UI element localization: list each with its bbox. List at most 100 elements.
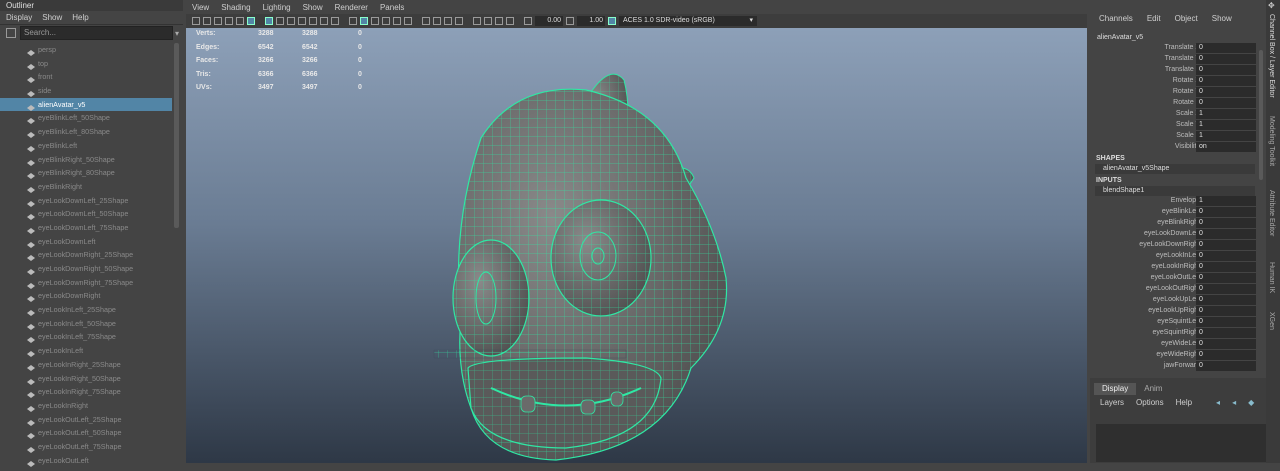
channel-label[interactable]: Translate Z [1165, 66, 1200, 73]
channel-row[interactable]: jawForward 0 [1090, 361, 1258, 372]
outliner-item[interactable]: eyeLookInRight_75Shape [0, 385, 172, 399]
move-layer-down-icon[interactable]: ◂ [1232, 395, 1236, 411]
search-options-icon[interactable] [6, 28, 16, 38]
outliner-item[interactable]: eyeLookInLeft [0, 344, 172, 358]
outliner-item[interactable]: alienAvatar_v5 [0, 97, 172, 112]
outliner-item[interactable]: eyeBlinkRight_50Shape [0, 153, 172, 167]
channel-value-field[interactable]: 0 [1196, 361, 1256, 371]
menu-show[interactable]: Show [1212, 14, 1232, 23]
menu-edit[interactable]: Edit [1147, 14, 1161, 23]
outliner-item[interactable]: eyeLookInRight [0, 399, 172, 413]
channel-row[interactable]: eyeBlinkLeft 0 [1090, 207, 1258, 218]
channel-label[interactable]: eyeWideRight [1156, 351, 1200, 358]
channel-label[interactable]: eyeSquintRight [1153, 329, 1200, 336]
outliner-item[interactable]: eyeLookDownLeft_25Shape [0, 194, 172, 208]
menu-object[interactable]: Object [1175, 14, 1198, 23]
outliner-item[interactable]: eyeLookInRight_50Shape [0, 372, 172, 386]
menu-display[interactable]: Display [6, 11, 32, 24]
menu-show[interactable]: Show [42, 11, 62, 24]
search-input[interactable]: Search... [20, 26, 173, 40]
shadows-icon[interactable] [404, 17, 412, 25]
outliner-item[interactable]: eyeLookDownRight_25Shape [0, 248, 172, 262]
xray-joints-icon[interactable] [495, 17, 503, 25]
channel-value-field[interactable]: 0 [1196, 317, 1256, 327]
channel-row[interactable]: Rotate Z0 [1090, 98, 1258, 109]
isolate-select-icon[interactable] [473, 17, 481, 25]
menu-help[interactable]: Help [1176, 395, 1192, 411]
menu-options[interactable]: Options [1136, 395, 1164, 411]
channel-label[interactable]: jawForward [1164, 362, 1200, 369]
outliner-item[interactable]: eyeLookOutLeft_25Shape [0, 413, 172, 427]
outliner-item[interactable]: eyeLookOutLeft [0, 454, 172, 468]
channel-label[interactable]: eyeWideLeft [1161, 340, 1200, 347]
2d-pan-icon[interactable] [236, 17, 244, 25]
outliner-item[interactable]: eyeBlinkLeft_50Shape [0, 111, 172, 125]
outliner-item[interactable]: eyeLookDownRight [0, 289, 172, 303]
safe-action-icon[interactable] [320, 17, 328, 25]
outliner-item[interactable]: eyeBlinkRight [0, 180, 172, 194]
grease-pencil-icon[interactable] [247, 17, 255, 25]
channel-value-field[interactable]: 0 [1196, 76, 1256, 86]
channel-value-field[interactable]: 0 [1196, 328, 1256, 338]
channel-row[interactable]: eyeLookOutLeft 0 [1090, 273, 1258, 284]
exposure-icon[interactable] [524, 17, 532, 25]
channel-label[interactable]: eyeLookUpRight [1148, 307, 1200, 314]
channel-row[interactable]: eyeLookUpLeft 0 [1090, 295, 1258, 306]
channel-value-field[interactable]: 0 [1196, 306, 1256, 316]
alien-head-wireframe[interactable] [186, 28, 1087, 463]
channel-label[interactable]: eyeLookInLeft [1156, 252, 1200, 259]
channel-value-field[interactable]: 0 [1196, 229, 1256, 239]
channel-value-field[interactable]: 0 [1196, 295, 1256, 305]
channel-row[interactable]: eyeLookUpRight 0 [1090, 306, 1258, 317]
outliner-item[interactable]: eyeLookDownLeft_50Shape [0, 207, 172, 221]
channel-row[interactable]: Envelope 1 [1090, 196, 1258, 207]
move-layer-up-icon[interactable]: ◂ [1216, 395, 1220, 411]
tab-channel-box-layer-editor[interactable]: Channel Box / Layer Editor [1268, 14, 1275, 98]
channel-value-field[interactable]: 0 [1196, 339, 1256, 349]
menu-renderer[interactable]: Renderer [335, 3, 368, 12]
textured-icon[interactable] [382, 17, 390, 25]
channel-label[interactable]: Translate X [1164, 44, 1200, 51]
menu-lighting[interactable]: Lighting [263, 3, 291, 12]
channel-value-field[interactable]: 0 [1196, 218, 1256, 228]
bookmark-icon[interactable] [214, 17, 222, 25]
menu-show[interactable]: Show [303, 3, 323, 12]
smooth-shade-icon[interactable] [360, 17, 368, 25]
channel-value-field[interactable]: 0 [1196, 251, 1256, 261]
channel-value-field[interactable]: 1 [1196, 120, 1256, 130]
menu-channels[interactable]: Channels [1099, 14, 1133, 23]
backface-culling-icon[interactable] [506, 17, 514, 25]
channel-label[interactable]: eyeLookDownRight [1139, 241, 1200, 248]
motion-blur-icon[interactable] [433, 17, 441, 25]
channel-row[interactable]: eyeBlinkRight 0 [1090, 218, 1258, 229]
gamma-icon[interactable] [566, 17, 574, 25]
camera-icon[interactable] [192, 17, 200, 25]
channel-row[interactable]: eyeSquintLeft 0 [1090, 317, 1258, 328]
channel-label[interactable]: eyeBlinkLeft [1162, 208, 1200, 215]
channel-value-field[interactable]: 0 [1196, 240, 1256, 250]
tab-human-ik[interactable]: Human IK [1268, 262, 1275, 293]
outliner-item[interactable]: eyeBlinkRight_80Shape [0, 166, 172, 180]
menu-shading[interactable]: Shading [221, 3, 250, 12]
outliner-item[interactable]: eyeBlinkLeft_80Shape [0, 125, 172, 139]
layer-list[interactable] [1096, 424, 1268, 462]
channel-row[interactable]: Scale Y1 [1090, 120, 1258, 131]
outliner-item[interactable]: eyeLookDownRight_50Shape [0, 262, 172, 276]
channel-row[interactable]: eyeLookDownRight 0 [1090, 240, 1258, 251]
gamma-field[interactable]: 1.00 [577, 16, 605, 26]
channel-row[interactable]: Rotate X0 [1090, 76, 1258, 87]
resolution-gate-icon[interactable] [287, 17, 295, 25]
gate-mask-icon[interactable] [298, 17, 306, 25]
safe-title-icon[interactable] [331, 17, 339, 25]
outliner-item[interactable]: persp [0, 43, 172, 57]
chevron-down-icon[interactable]: ▾ [175, 29, 179, 38]
channel-row[interactable]: eyeLookInLeft 0 [1090, 251, 1258, 262]
channel-row[interactable]: eyeSquintRight 0 [1090, 328, 1258, 339]
outliner-item[interactable]: eyeLookDownRight_75Shape [0, 276, 172, 290]
channel-value-field[interactable]: 1 [1196, 131, 1256, 141]
channel-row[interactable]: eyeWideLeft 0 [1090, 339, 1258, 350]
channel-row[interactable]: eyeLookDownLeft 0 [1090, 229, 1258, 240]
xray-icon[interactable] [484, 17, 492, 25]
channel-value-field[interactable]: 1 [1196, 196, 1256, 206]
image-plane-icon[interactable] [225, 17, 233, 25]
